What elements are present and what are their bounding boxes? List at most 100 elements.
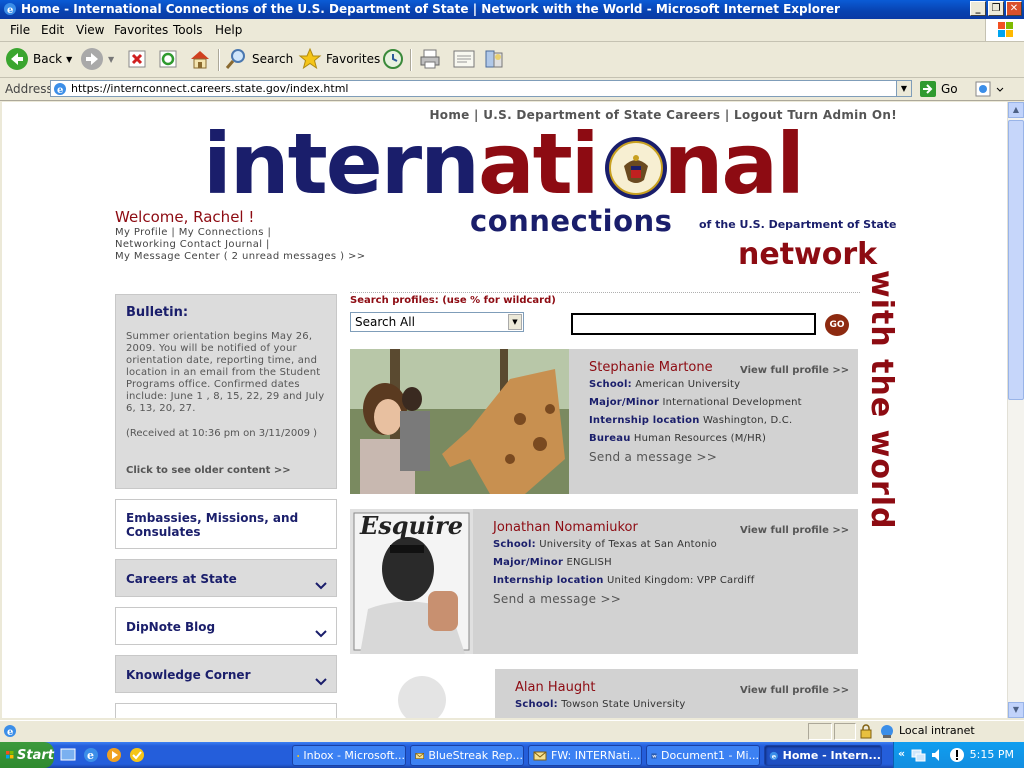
svg-text:e: e [7, 5, 13, 16]
menu-edit[interactable]: Edit [41, 23, 64, 37]
search-input[interactable] [571, 313, 816, 335]
ie-quicklaunch-icon[interactable]: e [83, 747, 99, 763]
send-message-link[interactable]: Send a message >> [589, 450, 717, 464]
refresh-button[interactable] [158, 47, 178, 71]
vertical-scrollbar[interactable]: ▲ ▼ [1007, 102, 1024, 718]
school-label: School: [493, 539, 536, 550]
forward-button[interactable]: ▼ [80, 47, 114, 71]
sidebar-item-more[interactable] [115, 703, 337, 718]
my-profile-link[interactable]: My Profile [115, 227, 168, 238]
show-desktop-icon[interactable] [60, 747, 76, 763]
outlook-quicklaunch-icon[interactable] [129, 747, 145, 763]
edit-button[interactable] [451, 47, 477, 71]
start-label: Start [17, 747, 54, 763]
start-button[interactable]: Start [0, 742, 54, 768]
links-button[interactable] [975, 80, 1005, 101]
research-button[interactable] [482, 47, 506, 71]
sidebar-item-embassies[interactable]: Embassies, Missions, and Consulates [115, 499, 337, 549]
default-avatar[interactable] [398, 676, 446, 718]
taskbar-item-inbox[interactable]: Inbox - Microsoft... [292, 745, 406, 766]
media-player-icon[interactable] [106, 747, 122, 763]
select-dropdown-icon[interactable]: ▼ [508, 314, 522, 330]
send-message-link[interactable]: Send a message >> [493, 592, 621, 606]
view-profile-link[interactable]: View full profile >> [740, 525, 849, 536]
nav-admin-link[interactable]: Turn Admin On! [787, 108, 897, 122]
search-go-button[interactable]: GO [825, 314, 849, 336]
go-button[interactable]: Go [919, 80, 958, 98]
menu-tools[interactable]: Tools [173, 23, 203, 37]
stop-button[interactable] [127, 47, 147, 71]
research-icon [485, 50, 503, 68]
forward-arrow-icon [81, 48, 103, 70]
back-button[interactable]: Back ▼ [5, 47, 72, 71]
profile-photo[interactable] [350, 349, 569, 494]
older-content-link[interactable]: Click to see older content >> [126, 465, 291, 476]
chevron-down-icon [315, 678, 327, 686]
restore-button[interactable]: ❐ [988, 1, 1004, 16]
back-dropdown-icon[interactable]: ▼ [66, 55, 72, 64]
scroll-thumb[interactable] [1008, 120, 1024, 400]
go-arrow-icon [920, 81, 936, 97]
message-center-link[interactable]: My Message Center ( 2 unread messages ) … [115, 251, 366, 262]
email-message-icon [415, 752, 424, 759]
print-button[interactable] [418, 47, 442, 71]
windows-logo [985, 19, 1024, 41]
search-button[interactable]: Search [224, 47, 293, 71]
history-button[interactable] [381, 47, 405, 71]
my-connections-link[interactable]: My Connections [179, 227, 264, 238]
page-icon: e [54, 83, 66, 96]
school-value: American University [635, 379, 741, 390]
address-dropdown-icon[interactable]: ▼ [896, 81, 911, 96]
address-url[interactable]: https://internconnect.careers.state.gov/… [71, 82, 348, 95]
bureau-label: Bureau [589, 433, 631, 444]
view-profile-link[interactable]: View full profile >> [740, 365, 849, 376]
taskbar-item-document1[interactable]: W Document1 - Mi... [646, 745, 760, 766]
email-message-icon [533, 751, 547, 760]
windows-flag-icon [998, 22, 1013, 37]
close-button[interactable]: ✕ [1006, 1, 1022, 16]
address-input[interactable]: e https://internconnect.careers.state.go… [50, 80, 912, 97]
bulletin-heading: Bulletin: [126, 305, 189, 320]
clock[interactable]: 5:15 PM [970, 748, 1014, 761]
sidebar-item-dipnote[interactable]: DipNote Blog [115, 607, 337, 645]
sidebar-item-knowledge[interactable]: Knowledge Corner [115, 655, 337, 693]
chevron-down-icon [315, 630, 327, 638]
journal-link[interactable]: Networking Contact Journal [115, 239, 262, 250]
taskbar-item-bluestreak[interactable]: BlueStreak Rep... [410, 745, 524, 766]
view-profile-link[interactable]: View full profile >> [740, 685, 849, 696]
network-tray-icon[interactable] [910, 747, 926, 763]
profile-name[interactable]: Alan Haught [515, 680, 595, 695]
logo-text-intern: intern [203, 115, 480, 213]
scroll-up-arrow-icon[interactable]: ▲ [1008, 102, 1024, 118]
edit-document-icon [453, 50, 475, 68]
tray-expand-icon[interactable]: « [898, 747, 905, 760]
toolbar-separator [218, 49, 220, 71]
menu-favorites[interactable]: Favorites [114, 23, 168, 37]
bulletin-received: (Received at 10:36 pm on 3/11/2009 ) [126, 428, 318, 439]
profile-name[interactable]: Stephanie Martone [589, 360, 713, 375]
menu-help[interactable]: Help [215, 23, 242, 37]
favorites-button[interactable]: Favorites [298, 47, 380, 71]
sidebar-item-careers[interactable]: Careers at State [115, 559, 337, 597]
scroll-down-arrow-icon[interactable]: ▼ [1008, 702, 1024, 718]
taskbar-item-home-internet-explorer[interactable]: e Home - Intern... [764, 745, 882, 766]
site-logo[interactable]: internati nal [203, 122, 805, 206]
status-pane [808, 723, 832, 740]
taskbar-item-fw-international[interactable]: FW: INTERNati... [528, 745, 642, 766]
home-button[interactable] [189, 47, 211, 71]
task-label: Inbox - Microsoft... [303, 749, 405, 762]
profile-name[interactable]: Jonathan Nomamiukor [493, 520, 638, 535]
logo-connections: connections [470, 204, 673, 238]
menu-file[interactable]: File [10, 23, 30, 37]
security-zone: Local intranet [899, 724, 975, 737]
minimize-button[interactable]: _ [970, 1, 986, 16]
intranet-icon [881, 725, 893, 738]
location-value: United Kingdom: VPP Cardiff [606, 575, 755, 586]
magazine-title: Esquire [360, 511, 464, 540]
alert-tray-icon[interactable] [949, 747, 965, 763]
forward-dropdown-icon[interactable]: ▼ [108, 55, 114, 64]
volume-tray-icon[interactable] [930, 747, 946, 763]
menu-view[interactable]: View [76, 23, 104, 37]
svg-text:e: e [87, 749, 94, 762]
search-scope-select[interactable]: Search All ▼ [350, 312, 524, 332]
